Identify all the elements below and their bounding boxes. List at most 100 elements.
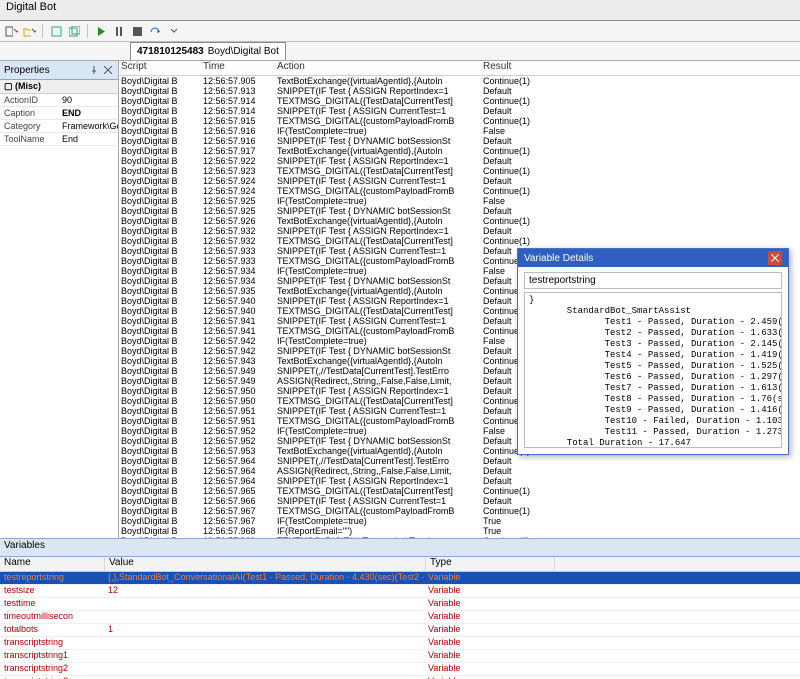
trace-row[interactable]: Boyd\Digital B12:56:57.922SNIPPET(IF Tes… bbox=[119, 156, 800, 166]
col-time[interactable]: Time bbox=[201, 61, 275, 75]
col-var-value[interactable]: Value bbox=[105, 557, 426, 571]
cell-action: TEXTMSG_DIGITAL({TestData[CurrentTest] bbox=[275, 96, 481, 106]
trace-row[interactable]: Boyd\Digital B12:56:57.916IF(TestComplet… bbox=[119, 126, 800, 136]
variable-row[interactable]: transcriptstring1Variable bbox=[0, 650, 800, 663]
cell-action: TEXTMSG_DIGITAL({TestData[CurrentTest] bbox=[275, 236, 481, 246]
property-row[interactable]: ToolNameEnd bbox=[0, 133, 118, 146]
close-icon bbox=[771, 254, 779, 262]
variable-details-titlebar[interactable]: Variable Details bbox=[518, 249, 788, 267]
trace-row[interactable]: Boyd\Digital B12:56:57.966SNIPPET(IF Tes… bbox=[119, 496, 800, 506]
new-dropdown[interactable] bbox=[4, 24, 18, 38]
var-value bbox=[104, 650, 424, 662]
trace-row[interactable]: Boyd\Digital B12:56:57.915TEXTMSG_DIGITA… bbox=[119, 116, 800, 126]
var-name: transcriptstring bbox=[0, 637, 104, 649]
trace-row[interactable]: Boyd\Digital B12:56:57.964ASSIGN(Redirec… bbox=[119, 466, 800, 476]
variable-row[interactable]: transcriptstring2Variable bbox=[0, 663, 800, 676]
variable-details-body[interactable]: } StandardBot_SmartAssist Test1 - Passed… bbox=[524, 292, 782, 448]
cell-result: False bbox=[481, 196, 545, 206]
trace-row[interactable]: Boyd\Digital B12:56:57.932TEXTMSG_DIGITA… bbox=[119, 236, 800, 246]
col-var-type[interactable]: Type bbox=[426, 557, 555, 571]
cell-script: Boyd\Digital B bbox=[119, 326, 201, 336]
col-result[interactable]: Result bbox=[481, 61, 545, 75]
close-button[interactable] bbox=[768, 251, 782, 265]
trace-row[interactable]: Boyd\Digital B12:56:57.964SNIPPET(,//Tes… bbox=[119, 456, 800, 466]
cell-action: TextBotExchange({virtualAgentId},{AutoIn bbox=[275, 146, 481, 156]
trace-row[interactable]: Boyd\Digital B12:56:57.965TEXTMSG_DIGITA… bbox=[119, 486, 800, 496]
variable-row[interactable]: transcriptstringVariable bbox=[0, 637, 800, 650]
var-name: testtime bbox=[0, 598, 104, 610]
pause-icon bbox=[115, 27, 124, 36]
cell-time: 12:56:57.964 bbox=[201, 466, 275, 476]
col-var-name[interactable]: Name bbox=[0, 557, 105, 571]
trace-row[interactable]: Boyd\Digital B12:56:57.968IF(ReportEmail… bbox=[119, 526, 800, 536]
trace-row[interactable]: Boyd\Digital B12:56:57.967TEXTMSG_DIGITA… bbox=[119, 506, 800, 516]
file-tab[interactable]: 471810125483 Boyd\Digital Bot bbox=[130, 42, 286, 60]
cell-script: Boyd\Digital B bbox=[119, 126, 201, 136]
trace-row[interactable]: Boyd\Digital B12:56:57.932SNIPPET(IF Tes… bbox=[119, 226, 800, 236]
trace-row[interactable]: Boyd\Digital B12:56:57.924SNIPPET(IF Tes… bbox=[119, 176, 800, 186]
variable-row[interactable]: timeoutmilliseconVariable bbox=[0, 611, 800, 624]
col-script[interactable]: Script bbox=[119, 61, 201, 75]
cell-action: SNIPPET(IF Test { DYNAMIC botSessionSt bbox=[275, 346, 481, 356]
cell-time: 12:56:57.916 bbox=[201, 136, 275, 146]
trace-row[interactable]: Boyd\Digital B12:56:57.964SNIPPET(IF Tes… bbox=[119, 476, 800, 486]
cell-script: Boyd\Digital B bbox=[119, 376, 201, 386]
cell-time: 12:56:57.925 bbox=[201, 206, 275, 216]
variables-body[interactable]: testreportstring{,},StandardBot_Conversa… bbox=[0, 572, 800, 679]
cell-time: 12:56:57.968 bbox=[201, 526, 275, 536]
cell-time: 12:56:57.916 bbox=[201, 126, 275, 136]
property-category[interactable]: ▢ (Misc) bbox=[0, 80, 118, 94]
cell-time: 12:56:57.953 bbox=[201, 446, 275, 456]
property-row[interactable]: ActionID90 bbox=[0, 94, 118, 107]
property-row[interactable]: CategoryFramework\Genera bbox=[0, 120, 118, 133]
cell-result: Continue(1) bbox=[481, 216, 545, 226]
cell-action: SNIPPET(IF Test { ASSIGN CurrentTest=1 bbox=[275, 176, 481, 186]
variable-details-dialog[interactable]: Variable Details testreportstring } Stan… bbox=[517, 248, 789, 455]
trace-row[interactable]: Boyd\Digital B12:56:57.914SNIPPET(IF Tes… bbox=[119, 106, 800, 116]
pause-button[interactable] bbox=[112, 24, 126, 38]
cell-time: 12:56:57.942 bbox=[201, 336, 275, 346]
cell-script: Boyd\Digital B bbox=[119, 526, 201, 536]
trace-row[interactable]: Boyd\Digital B12:56:57.913SNIPPET(IF Tes… bbox=[119, 86, 800, 96]
trace-row[interactable]: Boyd\Digital B12:56:57.925SNIPPET(IF Tes… bbox=[119, 206, 800, 216]
trace-row[interactable]: Boyd\Digital B12:56:57.969TEXTMSG_DIGITA… bbox=[119, 536, 800, 538]
trace-row[interactable]: Boyd\Digital B12:56:57.916SNIPPET(IF Tes… bbox=[119, 136, 800, 146]
cell-script: Boyd\Digital B bbox=[119, 386, 201, 396]
step-over-button[interactable] bbox=[148, 24, 162, 38]
trace-row[interactable]: Boyd\Digital B12:56:57.914TEXTMSG_DIGITA… bbox=[119, 96, 800, 106]
cell-script: Boyd\Digital B bbox=[119, 146, 201, 156]
property-key: Category bbox=[0, 120, 60, 132]
cell-time: 12:56:57.950 bbox=[201, 386, 275, 396]
cell-script: Boyd\Digital B bbox=[119, 476, 201, 486]
stop-button[interactable] bbox=[130, 24, 144, 38]
variable-row[interactable]: testreportstring{,},StandardBot_Conversa… bbox=[0, 572, 800, 585]
collapse-icon: ▢ bbox=[4, 81, 15, 91]
cell-action: IF(TestComplete=true) bbox=[275, 516, 481, 526]
cell-result: Default bbox=[481, 206, 545, 216]
cell-result: Default bbox=[481, 86, 545, 96]
trace-row[interactable]: Boyd\Digital B12:56:57.925IF(TestComplet… bbox=[119, 196, 800, 206]
cell-time: 12:56:57.934 bbox=[201, 276, 275, 286]
variable-row[interactable]: testsize12Variable bbox=[0, 585, 800, 598]
pin-icon[interactable] bbox=[88, 64, 100, 76]
step-dropdown[interactable] bbox=[166, 24, 180, 38]
open-dropdown[interactable] bbox=[22, 24, 36, 38]
variables-header: Name Value Type bbox=[0, 557, 800, 572]
variable-details-name[interactable]: testreportstring bbox=[524, 272, 782, 289]
property-row[interactable]: CaptionEND bbox=[0, 107, 118, 120]
close-icon[interactable] bbox=[102, 64, 114, 76]
trace-row[interactable]: Boyd\Digital B12:56:57.924TEXTMSG_DIGITA… bbox=[119, 186, 800, 196]
trace-row[interactable]: Boyd\Digital B12:56:57.926TextBotExchang… bbox=[119, 216, 800, 226]
cell-result: Default bbox=[481, 176, 545, 186]
save-button[interactable] bbox=[49, 24, 63, 38]
variable-row[interactable]: testtimeVariable bbox=[0, 598, 800, 611]
save-all-button[interactable] bbox=[67, 24, 81, 38]
play-button[interactable] bbox=[94, 24, 108, 38]
cell-time: 12:56:57.925 bbox=[201, 196, 275, 206]
variable-row[interactable]: totalbots1Variable bbox=[0, 624, 800, 637]
trace-row[interactable]: Boyd\Digital B12:56:57.917TextBotExchang… bbox=[119, 146, 800, 156]
trace-row[interactable]: Boyd\Digital B12:56:57.905TextBotExchang… bbox=[119, 76, 800, 86]
trace-row[interactable]: Boyd\Digital B12:56:57.923TEXTMSG_DIGITA… bbox=[119, 166, 800, 176]
trace-row[interactable]: Boyd\Digital B12:56:57.967IF(TestComplet… bbox=[119, 516, 800, 526]
col-action[interactable]: Action bbox=[275, 61, 481, 75]
